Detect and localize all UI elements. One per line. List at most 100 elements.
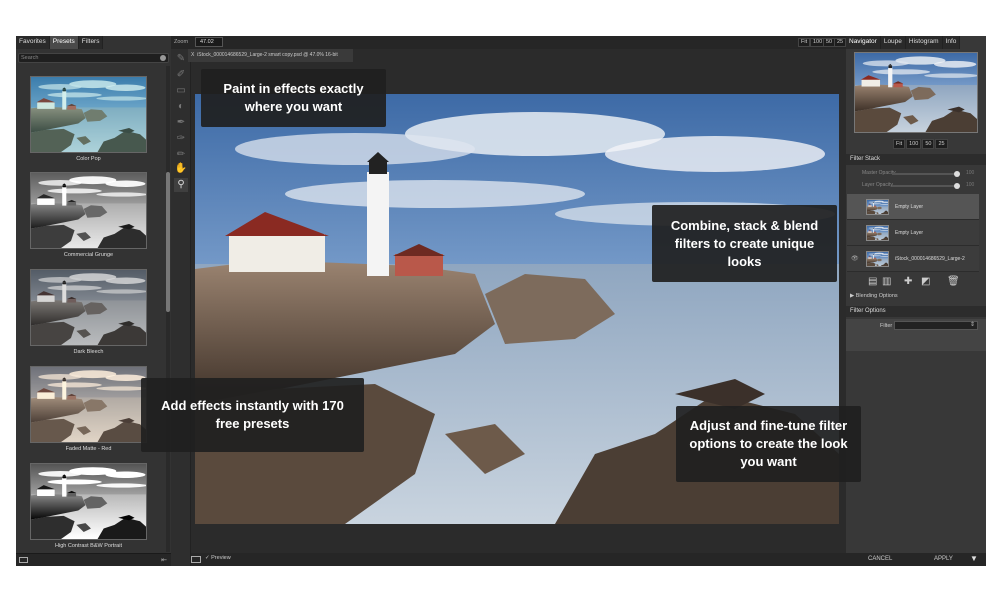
collapse-panel-icon[interactable]: ⇤ [161, 556, 167, 564]
navigator-preview[interactable] [854, 52, 978, 133]
preset-item[interactable]: Dark Bleech [30, 269, 147, 355]
master-opacity-value: 100 [966, 170, 975, 176]
filter-select[interactable]: ⇕ [894, 321, 978, 330]
zoom-value: 47.02 [200, 39, 214, 45]
preset-name: High Contrast B&W Portrait [55, 543, 122, 549]
delete-layer-icon[interactable]: 🗑 [947, 276, 960, 287]
preset-name: Color Pop [76, 156, 101, 162]
search-placeholder: Search [21, 55, 39, 61]
nav-fit-button[interactable]: Fit [893, 139, 906, 149]
document-tab[interactable]: X iStock_000014686529_Large-2 smart copy… [188, 49, 353, 62]
layer-actions: ▤ ▥ ✚ ◩ 🗑 [846, 276, 986, 292]
layer-thumbnail [866, 199, 889, 215]
canvas-bottom-bar: ✓ Preview [191, 553, 846, 566]
tab-presets[interactable]: Presets [49, 36, 79, 49]
tab-histogram[interactable]: Histogram [905, 36, 943, 49]
zoom-toolbar: Zoom 47.02 Fit 100 50 25 [171, 36, 847, 49]
preset-thumbnail [30, 463, 147, 540]
preview-toggle[interactable]: ✓ Preview [205, 555, 231, 561]
copy-layer-icon[interactable]: ▥ [882, 276, 891, 287]
tab-navigator[interactable]: Navigator [846, 36, 881, 49]
preset-name: Commercial Grunge [63, 252, 114, 258]
preset-search-input[interactable]: Search [18, 53, 169, 63]
tab-filters[interactable]: Filters [78, 36, 104, 49]
preset-item[interactable]: Color Pop [30, 76, 147, 162]
right-tabs: Navigator Loupe Histogram Info [846, 36, 961, 49]
master-opacity-label: Master Opacity [862, 170, 896, 176]
app-window: Favorites Presets Filters Search Color P… [16, 36, 986, 566]
retouch-tool-icon[interactable]: ✒ [174, 116, 188, 130]
callout-combine: Combine, stack & blend filters to create… [652, 205, 837, 282]
master-opacity-slider[interactable] [892, 173, 958, 175]
preset-thumbnail [30, 172, 147, 249]
preset-scrollbar[interactable] [166, 66, 170, 552]
apply-dropdown-icon[interactable]: ▼ [970, 554, 978, 563]
layer-thumbnail [866, 251, 889, 267]
chisel-tool-icon[interactable]: ✑ [174, 132, 188, 146]
layer-row[interactable]: Empty Layer [847, 220, 979, 246]
callout-paint: Paint in effects exactly where you want [201, 69, 386, 127]
panel-layout-icon[interactable] [19, 557, 28, 563]
filter-options-header[interactable]: Filter Options [846, 306, 986, 317]
add-filter-icon[interactable]: ✚ [904, 276, 912, 287]
hand-tool-icon[interactable]: ✋ [174, 162, 188, 176]
left-tabs: Favorites Presets Filters [16, 36, 104, 49]
layer-row[interactable]: Empty Layer [847, 194, 979, 220]
gradient-tool-icon[interactable]: ◐ [174, 100, 188, 114]
filter-label: Filter [880, 323, 893, 329]
layer-thumbnail [866, 225, 889, 241]
preset-name: Dark Bleech [73, 349, 104, 355]
rectangle-tool-icon[interactable]: ▭ [174, 84, 188, 98]
add-layer-icon[interactable]: ▤ [868, 276, 877, 287]
tools-column: ✎ ✐ ▭ ◐ ✒ ✑ ✏ ✋ ⚲ [171, 36, 191, 566]
zoom-fit-button[interactable]: Fit [798, 38, 811, 47]
layer-name: Empty Layer [895, 230, 924, 236]
tab-favorites[interactable]: Favorites [16, 36, 50, 49]
left-bottom-bar: ⇤ [16, 553, 171, 566]
clear-search-icon[interactable] [160, 55, 166, 61]
blending-options-toggle[interactable]: ▶ Blending Options [850, 293, 898, 299]
left-panel: Favorites Presets Filters Search Color P… [16, 36, 171, 566]
chevron-updown-icon: ⇕ [969, 322, 975, 328]
tab-loupe[interactable]: Loupe [880, 36, 906, 49]
close-tab-icon[interactable]: X [191, 52, 194, 58]
filter-stack-header[interactable]: Filter Stack [846, 154, 986, 165]
mask-layer-icon[interactable]: ◩ [921, 276, 930, 287]
preset-item[interactable]: High Contrast B&W Portrait [30, 463, 147, 549]
callout-adjust: Adjust and fine-tune filter options to c… [676, 406, 861, 482]
nav-100-button[interactable]: 100 [906, 139, 922, 149]
layer-opacity-label: Layer Opacity [862, 182, 893, 188]
tab-info[interactable]: Info [942, 36, 961, 49]
filter-options-area: Filter ⇕ [846, 319, 986, 351]
blur-tool-icon[interactable]: ✏ [174, 148, 188, 162]
layer-opacity-slider[interactable] [892, 185, 958, 187]
preset-item[interactable]: Faded Matte - Red [30, 366, 147, 452]
nav-25-button[interactable]: 25 [935, 139, 948, 149]
visibility-eye-icon[interactable]: 👁 [851, 255, 859, 262]
layer-row[interactable]: 👁 iStock_000014686529_Large-2 [847, 246, 979, 272]
preset-name: Faded Matte - Red [65, 446, 112, 452]
callout-presets: Add effects instantly with 170 free pres… [141, 378, 364, 452]
compare-view-icon[interactable] [191, 556, 201, 563]
masking-brush-icon[interactable]: ✐ [174, 68, 188, 82]
nav-50-button[interactable]: 50 [922, 139, 935, 149]
preset-thumbnail [30, 269, 147, 346]
zoom-label: Zoom [174, 39, 189, 45]
document-title: iStock_000014686529_Large-2 smart copy.p… [197, 52, 338, 58]
apply-button[interactable]: APPLY [934, 556, 953, 562]
blending-options-label: Blending Options [855, 293, 898, 299]
layer-opacity-knob[interactable] [954, 183, 960, 189]
scrollbar-thumb[interactable] [166, 172, 170, 312]
preset-item[interactable]: Commercial Grunge [30, 172, 147, 258]
layer-name: Empty Layer [895, 204, 924, 210]
cancel-button[interactable]: CANCEL [868, 556, 892, 562]
layer-name: iStock_000014686529_Large-2 [895, 256, 965, 262]
zoom-25-button[interactable]: 25 [834, 38, 847, 47]
zoom-value-field[interactable]: 47.02 [195, 37, 223, 47]
zoom-tool-icon[interactable]: ⚲ [174, 178, 188, 192]
master-opacity-knob[interactable] [954, 171, 960, 177]
preset-thumbnail [30, 366, 147, 443]
navigator-zoom-buttons: Fit 100 50 25 [893, 139, 948, 149]
preview-label: Preview [211, 555, 231, 561]
brush-tool-icon[interactable]: ✎ [174, 52, 188, 66]
